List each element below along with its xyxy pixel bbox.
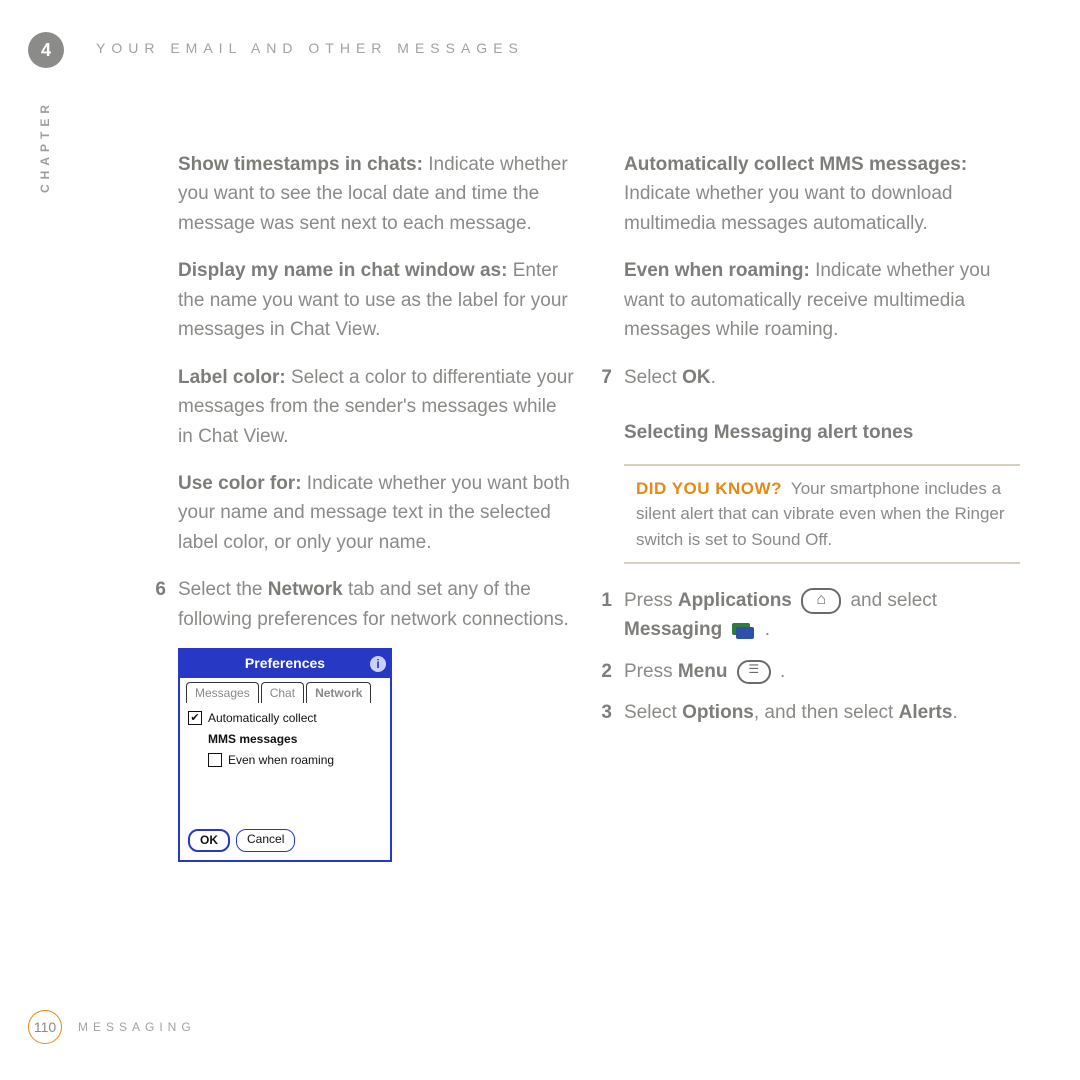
preferences-screenshot: Preferences i Messages Chat Network Auto… bbox=[178, 648, 392, 862]
definition-term: Display my name in chat window as: bbox=[178, 260, 507, 281]
option-auto-collect-sub: MMS messages bbox=[208, 730, 382, 749]
tip-question-mark: ? bbox=[771, 479, 781, 498]
step-2: 2 Press Menu . bbox=[594, 657, 1020, 686]
definition-item: Even when roaming: Indicate whether you … bbox=[624, 256, 1020, 344]
definition-item: Automatically collect MMS messages: Indi… bbox=[624, 150, 1020, 238]
tab-chat[interactable]: Chat bbox=[261, 682, 304, 704]
definition-term: Show timestamps in chats: bbox=[178, 154, 423, 175]
body-columns: Show timestamps in chats: Indicate wheth… bbox=[178, 150, 1020, 990]
definition-term: Use color for: bbox=[178, 473, 302, 494]
subheading: Selecting Messaging alert tones bbox=[624, 418, 1020, 447]
option-even-roaming[interactable]: Even when roaming bbox=[208, 751, 382, 770]
checkbox-unchecked-icon[interactable] bbox=[208, 753, 222, 767]
step-body: Select Options, and then select Alerts. bbox=[624, 698, 958, 727]
applications-home-icon bbox=[801, 588, 841, 614]
tip-lead: DID YOU KNOW bbox=[636, 479, 771, 498]
definition-item: Display my name in chat window as: Enter… bbox=[178, 256, 574, 344]
info-icon[interactable]: i bbox=[370, 656, 386, 672]
step-3: 3 Select Options, and then select Alerts… bbox=[594, 698, 1020, 727]
definition-item: Use color for: Indicate whether you want… bbox=[178, 469, 574, 557]
step-body: Select the Network tab and set any of th… bbox=[178, 575, 574, 634]
step-number: 2 bbox=[594, 657, 612, 686]
right-column: Automatically collect MMS messages: Indi… bbox=[624, 150, 1020, 990]
page-number: 110 bbox=[28, 1010, 62, 1044]
option-label: Even when roaming bbox=[228, 751, 334, 770]
preferences-title: Preferences bbox=[245, 655, 325, 671]
chapter-number-badge: 4 bbox=[28, 32, 64, 68]
cancel-button[interactable]: Cancel bbox=[236, 829, 295, 852]
running-head: YOUR EMAIL AND OTHER MESSAGES bbox=[96, 40, 524, 56]
step-number: 3 bbox=[594, 698, 612, 727]
footer-section-label: MESSAGING bbox=[78, 1020, 196, 1034]
step-number: 7 bbox=[594, 363, 612, 392]
definition-term: Automatically collect MMS messages: bbox=[624, 154, 967, 175]
tab-network[interactable]: Network bbox=[306, 682, 371, 704]
step-body: Press Applications and select Messaging … bbox=[624, 586, 1020, 645]
left-column: Show timestamps in chats: Indicate wheth… bbox=[178, 150, 574, 990]
menu-key-icon bbox=[737, 660, 771, 684]
preferences-body: Automatically collect MMS messages Even … bbox=[180, 703, 390, 823]
side-chapter-label: CHAPTER bbox=[38, 100, 52, 193]
definition-item: Label color: Select a color to different… bbox=[178, 363, 574, 451]
step-1: 1 Press Applications and select Messagin… bbox=[594, 586, 1020, 645]
definition-term: Even when roaming: bbox=[624, 260, 810, 281]
definition-term: Label color: bbox=[178, 367, 286, 388]
preferences-titlebar: Preferences i bbox=[180, 650, 390, 678]
messaging-app-icon bbox=[731, 620, 755, 640]
tab-messages[interactable]: Messages bbox=[186, 682, 259, 704]
step-body: Press Menu . bbox=[624, 657, 785, 686]
checkbox-checked-icon[interactable] bbox=[188, 711, 202, 725]
step-6: 6 Select the Network tab and set any of … bbox=[138, 575, 574, 634]
definition-item: Show timestamps in chats: Indicate wheth… bbox=[178, 150, 574, 238]
definition-body: Indicate whether you want to download mu… bbox=[624, 183, 953, 233]
step-number: 1 bbox=[594, 586, 612, 645]
manual-page: 4 YOUR EMAIL AND OTHER MESSAGES CHAPTER … bbox=[0, 0, 1080, 1080]
preferences-footer: OK Cancel bbox=[180, 823, 390, 860]
ok-button[interactable]: OK bbox=[188, 829, 230, 852]
step-body: Select OK. bbox=[624, 363, 716, 392]
preferences-tabs: Messages Chat Network bbox=[180, 678, 390, 704]
option-label: Automatically collect bbox=[208, 709, 317, 728]
step-number: 6 bbox=[138, 575, 166, 634]
did-you-know-box: DID YOU KNOW? Your smartphone includes a… bbox=[624, 464, 1020, 565]
step-7: 7 Select OK. bbox=[594, 363, 1020, 392]
option-auto-collect[interactable]: Automatically collect bbox=[188, 709, 382, 728]
page-footer: 110 MESSAGING bbox=[28, 1010, 196, 1044]
